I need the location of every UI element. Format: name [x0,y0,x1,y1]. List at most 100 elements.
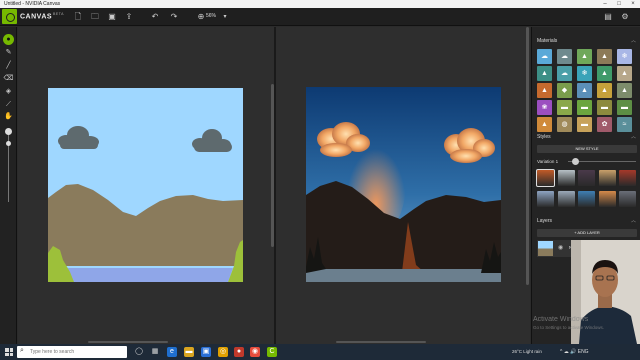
material-hill-icon[interactable]: ☁ [557,66,572,81]
material-mushroom-icon[interactable]: ✿ [597,117,612,132]
recorder-icon[interactable]: ◉ [250,347,260,357]
zoom-dropdown-icon[interactable]: ▾ [220,12,230,22]
material-beach-icon[interactable]: ▲ [537,117,552,132]
material-wave-icon[interactable]: ≈ [617,117,632,132]
export-icon[interactable]: ⇪ [124,12,134,22]
system-tray[interactable]: ^ ☁ 🔊 ENG [560,349,589,355]
zoom-icon[interactable]: ⊕ [196,12,206,22]
app-brand: CANVASBETA [20,12,64,20]
taskbar-search-box[interactable]: ⌕ [17,346,127,358]
close-button[interactable]: × [626,0,640,8]
right-horizontal-scrollbar[interactable] [336,341,426,343]
material-reed-icon[interactable]: ▬ [617,100,632,115]
material-fog-icon[interactable]: ◆ [557,83,572,98]
material-grass-icon[interactable]: ▲ [577,49,592,64]
material-river-icon[interactable]: ▲ [577,83,592,98]
material-cloud-icon[interactable]: ☁ [557,49,572,64]
save-icon[interactable]: ▣ [107,12,117,22]
file-explorer-icon[interactable]: ▬ [184,347,194,357]
generated-landscape-image [306,87,501,282]
style-thumb-beach-style-9[interactable] [598,191,616,207]
line-tool-icon[interactable]: ╱ [3,60,14,71]
materials-heading: Materials [537,38,558,44]
beta-tag: BETA [53,12,64,16]
material-sky-icon[interactable]: ☁ [537,49,552,64]
open-folder-icon[interactable]: 🗀 [90,12,100,22]
windows-start-icon[interactable] [5,348,13,356]
material-sand-icon[interactable]: ▲ [537,83,552,98]
paint-tool-icon[interactable]: ● [3,34,14,45]
material-rock-icon[interactable]: ▲ [537,66,552,81]
style-thumb-fire-style-5[interactable] [619,170,636,186]
material-mud-icon[interactable]: ◍ [557,117,572,132]
chrome-icon[interactable]: ◎ [218,347,228,357]
styles-heading: Styles [537,134,551,140]
layers-collapse-icon[interactable]: ︿ [631,217,636,224]
nvidia-logo [2,9,17,24]
variation-label: Variation 1 [537,159,559,164]
new-file-icon[interactable]: 🗋 [73,12,83,22]
style-thumb-mist-style-2[interactable] [557,170,575,186]
activate-windows-title: Activate Windows [533,316,589,323]
brand-name: CANVAS [20,13,53,21]
materials-collapse-icon[interactable]: ︿ [631,37,636,44]
right-vertical-scrollbar[interactable] [526,27,529,285]
store-icon[interactable]: ▣ [201,347,211,357]
material-meadow-icon[interactable]: ▬ [597,100,612,115]
variation-slider-knob[interactable] [572,158,579,165]
fill-bucket-icon[interactable]: ◈ [3,86,14,97]
left-horizontal-scrollbar[interactable] [88,341,168,343]
zoom-level[interactable]: 56% [206,13,216,19]
brush-icon[interactable]: ✎ [3,47,14,58]
material-stone-icon[interactable]: ▲ [617,83,632,98]
layer-visibility-eye-icon[interactable]: ◉ [558,244,563,251]
app-icon-red[interactable]: ● [234,347,244,357]
material-dirt-icon[interactable]: ▲ [617,66,632,81]
material-bush-icon[interactable]: ▲ [597,83,612,98]
redo-icon[interactable]: ↷ [169,12,179,22]
activate-windows-subtitle: Go to Settings to activate Windows. [533,325,605,330]
task-view-icon[interactable]: ◯ [134,347,144,357]
brush-opacity-knob[interactable] [6,141,11,146]
search-icon: ⌕ [20,347,24,354]
style-thumb-ocean-style-8[interactable] [578,191,595,207]
material-flower-icon[interactable]: ❀ [537,100,552,115]
edge-browser-icon[interactable]: e [167,347,177,357]
material-moss-icon[interactable]: ▬ [577,100,592,115]
app-toolbar: CANVASBETA 🗋 🗀 ▣ ⇪ ↶ ↷ ⊕ 56% ▾ ▤ ⚙ [0,8,640,26]
taskbar-search-input[interactable] [30,349,120,355]
style-thumb-glacier-style-6[interactable] [537,191,554,207]
new-style-button[interactable]: NEW STYLE [537,145,637,153]
material-desert-icon[interactable]: ▬ [577,117,592,132]
widgets-icon[interactable]: ▦ [150,347,160,357]
style-thumb-clouds-style-7[interactable] [557,191,575,207]
tool-strip: ● ✎ ╱ ⌫ ◈ ⟋ ✋ [0,27,17,344]
eraser-icon[interactable]: ⌫ [3,73,14,84]
style-thumb-dusk-style-3[interactable] [578,170,595,186]
window-title-bar: Untitled - NVIDIA Canvas – □ × [0,0,640,8]
undo-icon[interactable]: ↶ [150,12,160,22]
eyedropper-icon[interactable]: ⟋ [3,99,14,110]
nvidia-canvas-taskbar-icon[interactable]: C [267,347,277,357]
style-thumb-storm-style-10[interactable] [619,191,636,207]
style-thumb-canyon-style-4[interactable] [598,170,616,186]
weather-widget[interactable]: 26°C Light rain [512,349,542,354]
material-field-icon[interactable]: ▬ [557,100,572,115]
output-lake [306,269,501,282]
style-thumb-sunset-style-1[interactable] [536,169,555,187]
minimize-button[interactable]: – [598,0,612,8]
maximize-button[interactable]: □ [612,0,626,8]
styles-collapse-icon[interactable]: ︿ [631,133,636,140]
material-snow-icon[interactable]: ❄ [617,49,632,64]
feedback-icon[interactable]: ▤ [603,12,613,22]
material-tree-icon[interactable]: ▲ [597,66,612,81]
windows-taskbar: ⌕ ◯ ▦ e ▬ ▣ ◎ ● ◉ C 26°C Light rain ^ ☁ … [0,344,640,360]
material-mountain-icon[interactable]: ▲ [597,49,612,64]
material-lake-icon[interactable]: ❄ [577,66,592,81]
segmentation-canvas[interactable] [48,88,243,282]
layer-thumbnail [538,241,553,256]
settings-gear-icon[interactable]: ⚙ [620,12,630,22]
brush-size-knob[interactable] [5,128,12,135]
pan-hand-icon[interactable]: ✋ [3,111,14,122]
add-layer-button[interactable]: + ADD LAYER [537,229,637,237]
